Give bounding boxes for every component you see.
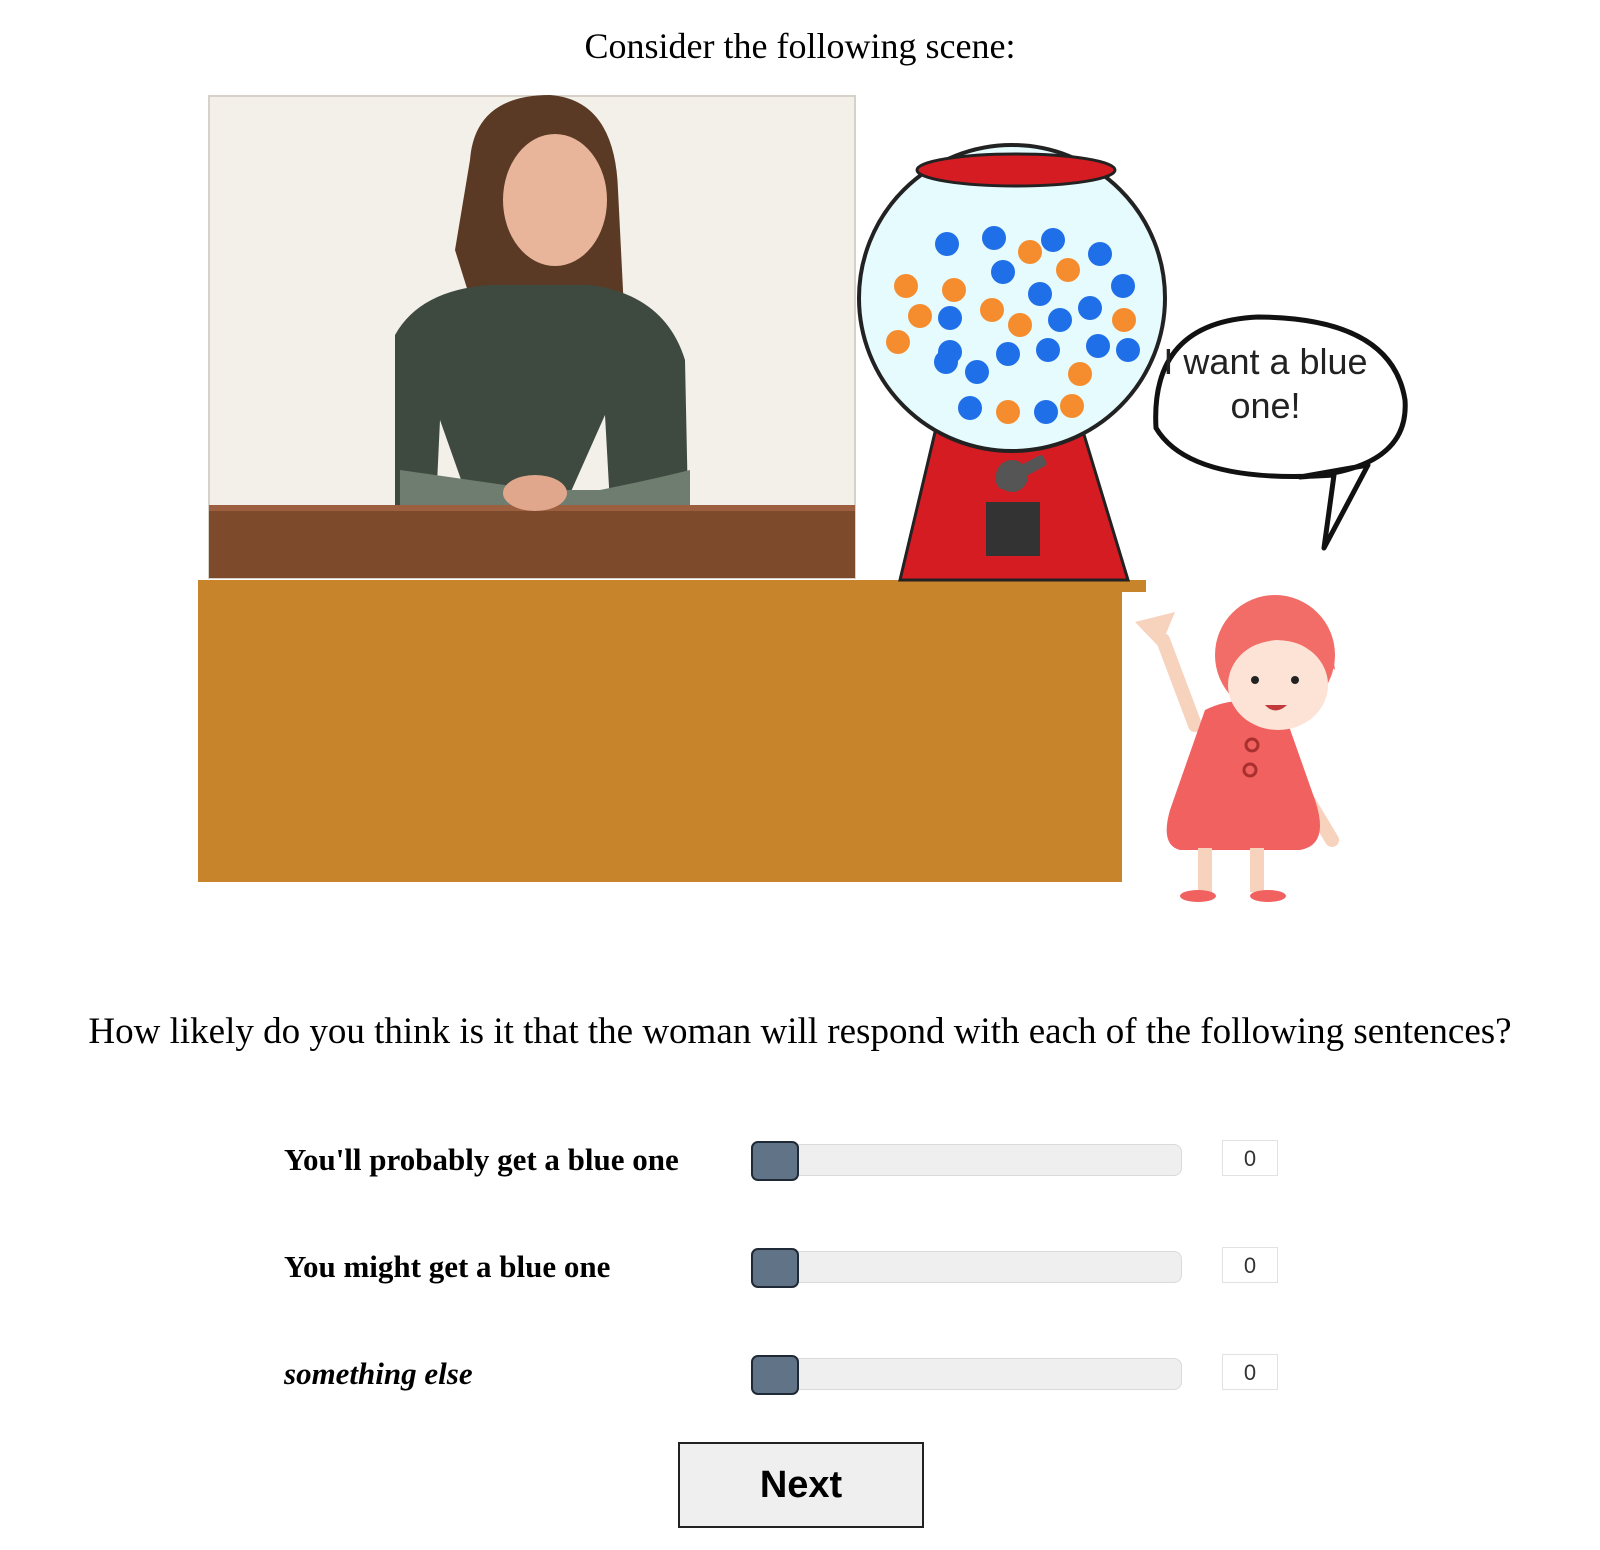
orange-gumball <box>1060 394 1084 418</box>
blue-gumball <box>1034 400 1058 424</box>
response-label: something else <box>284 1356 473 1391</box>
orange-gumball <box>886 330 910 354</box>
blue-gumball <box>934 350 958 374</box>
blue-gumball <box>935 232 959 256</box>
gumball-machine <box>857 143 1167 582</box>
blue-gumball <box>958 396 982 420</box>
likelihood-slider[interactable] <box>751 1248 1182 1288</box>
slider-value: 0 <box>1222 1140 1278 1176</box>
orange-gumball <box>980 298 1004 322</box>
orange-gumball <box>894 274 918 298</box>
slider-value: 0 <box>1222 1354 1278 1390</box>
blue-gumball <box>1041 228 1065 252</box>
blue-gumball <box>1048 308 1072 332</box>
blue-gumball <box>1116 338 1140 362</box>
orange-gumball <box>1056 258 1080 282</box>
response-row-something-else: something else 0 <box>0 1344 1600 1404</box>
scene-illustration: I want a blue one! <box>0 0 1600 930</box>
girl-illustration <box>1135 595 1339 902</box>
blue-gumball <box>996 342 1020 366</box>
blue-gumball <box>1036 338 1060 362</box>
speech-bubble-text: I want a blue one! <box>1163 341 1368 426</box>
blue-gumball <box>1111 274 1135 298</box>
orange-gumball <box>942 278 966 302</box>
blue-gumball <box>1078 296 1102 320</box>
woman-photo <box>208 95 856 579</box>
orange-gumball <box>908 304 932 328</box>
response-row-might: You might get a blue one 0 <box>0 1237 1600 1297</box>
likelihood-slider[interactable] <box>751 1141 1182 1181</box>
blue-gumball <box>1028 282 1052 306</box>
counter <box>198 580 1146 882</box>
question-text: How likely do you think is it that the w… <box>88 1011 1512 1052</box>
likelihood-slider[interactable] <box>751 1355 1182 1395</box>
blue-gumball <box>965 360 989 384</box>
response-label: You might get a blue one <box>284 1249 611 1284</box>
response-label: You'll probably get a blue one <box>284 1142 679 1177</box>
slider-thumb[interactable] <box>751 1248 799 1288</box>
next-button[interactable]: Next <box>678 1442 924 1528</box>
orange-gumball <box>1112 308 1136 332</box>
blue-gumball <box>982 226 1006 250</box>
orange-gumball <box>1018 240 1042 264</box>
slider-thumb[interactable] <box>751 1141 799 1181</box>
blue-gumball <box>1088 242 1112 266</box>
orange-gumball <box>1068 362 1092 386</box>
slider-value: 0 <box>1222 1247 1278 1283</box>
orange-gumball <box>1008 313 1032 337</box>
response-row-probably: You'll probably get a blue one 0 <box>0 1130 1600 1190</box>
slider-thumb[interactable] <box>751 1355 799 1395</box>
blue-gumball <box>938 306 962 330</box>
scene-svg <box>198 95 1408 902</box>
blue-gumball <box>991 260 1015 284</box>
orange-gumball <box>996 400 1020 424</box>
blue-gumball <box>1086 334 1110 358</box>
